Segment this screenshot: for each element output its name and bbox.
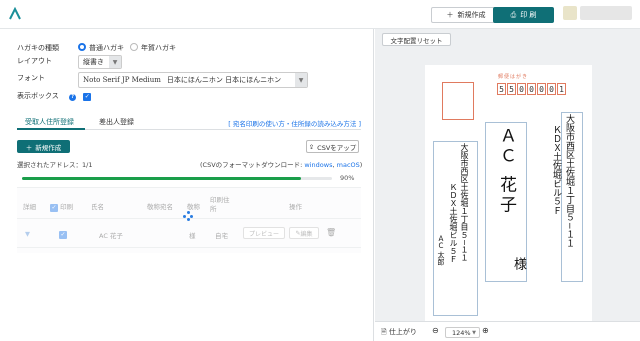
tab-indicator	[17, 128, 85, 130]
preview-button[interactable]: プレビュー	[243, 227, 285, 239]
help-link[interactable]: [ 宛名印刷の使い方・住所録の読み込み方法 ]	[228, 118, 361, 128]
selected-count: 選択されたアドレス：1/1	[17, 161, 93, 169]
postal-digit: 5	[507, 83, 516, 95]
preview-panel: 文字配置リセット 郵便はがき 5500001 大阪市西区土佐堀１丁目５−１１ Ｋ…	[375, 29, 640, 341]
csv-windows-link[interactable]: windows	[304, 161, 332, 169]
select-all-checkbox[interactable]: ✓	[50, 204, 58, 212]
progress-fill	[22, 177, 301, 180]
sender-name: ＡＣ 太郎	[437, 235, 445, 266]
recipient-building: ＫＤＸ土佐堀ビル５Ｆ	[551, 125, 561, 215]
sender-building: ＫＤＸ土佐堀ビル５Ｆ	[449, 183, 458, 263]
stamp-box	[442, 82, 474, 120]
loading-spinner-icon	[183, 211, 193, 221]
finish-toggle[interactable]: 🗎 仕上がり	[381, 327, 417, 339]
postal-digit: 0	[547, 83, 556, 95]
radio-on-icon	[78, 43, 86, 51]
radio-nenga[interactable]: 年賀ハガキ	[130, 43, 176, 53]
trash-icon[interactable]: 🗑	[326, 228, 336, 237]
account-menu[interactable]	[580, 6, 632, 20]
postcard-preview: 郵便はがき 5500001 大阪市西区土佐堀１丁目５−１１ ＫＤＸ土佐堀ビル５Ｆ…	[425, 65, 592, 338]
tab-bar: 受取人住所登録 差出人登録 [ 宛名印刷の使い方・住所録の読み込み方法 ]	[17, 115, 361, 130]
postal-digit: 5	[497, 83, 506, 95]
document-icon: 🗎	[381, 328, 387, 336]
layout-select[interactable]: 縦書き ▼	[78, 55, 122, 69]
display-box-checkbox[interactable]: ✓	[83, 93, 92, 101]
sender-address: 大阪市西区土佐堀１丁目５−１１	[460, 143, 469, 262]
progress-bar	[22, 177, 332, 180]
progress-percent: 90%	[340, 174, 355, 182]
col-honorific: 敬称	[187, 203, 200, 211]
new-document-button[interactable]: ＋ 新規作成	[431, 7, 501, 23]
csv-mac-link[interactable]: macOS	[337, 161, 360, 169]
display-box-label: 表示ボックス ? ✓	[17, 92, 92, 101]
account-avatar[interactable]	[563, 6, 577, 20]
chevron-down-icon: ▼	[472, 329, 476, 336]
col-print: ✓ 印刷	[50, 203, 74, 212]
plus-icon: ＋	[446, 11, 454, 19]
settings-panel: ハガキの種類 普通ハガキ 年賀ハガキ レイアウト 縦書き ▼ フォント Noto…	[0, 29, 374, 341]
printer-icon: ⎙	[510, 10, 517, 19]
zoom-out-icon[interactable]: ⊖	[432, 326, 439, 335]
layout-label: レイアウト	[17, 57, 52, 65]
row-name: AC 花子	[99, 232, 123, 240]
row-address-type: 自宅	[215, 232, 228, 240]
zoom-select[interactable]: 124% ▼	[445, 327, 480, 338]
recipient-honorific: 様	[511, 257, 526, 270]
recipient-name: ＡＣ 花子	[496, 127, 516, 216]
radio-off-icon	[130, 43, 138, 51]
col-honorific-name: 敬称宛名	[147, 203, 173, 211]
zoom-in-icon[interactable]: ⊕	[482, 326, 489, 335]
expand-icon[interactable]: ▼	[25, 230, 30, 238]
radio-normal[interactable]: 普通ハガキ	[78, 43, 124, 53]
font-label: フォント	[17, 74, 45, 82]
col-name: 氏名	[91, 203, 104, 211]
hagaki-type-label: ハガキの種類	[17, 44, 59, 52]
top-bar: ＋ 新規作成 ⎙ 印 刷	[0, 0, 640, 29]
edit-button[interactable]: ✎ 編集	[289, 227, 319, 239]
chevron-down-icon: ▼	[295, 73, 307, 87]
upload-icon: ⇪	[308, 142, 315, 151]
col-address: 印刷住所	[210, 196, 230, 213]
tab-recipient[interactable]: 受取人住所登録	[25, 117, 74, 127]
create-address-button[interactable]: ＋ 新規作成	[17, 140, 70, 153]
tab-sender[interactable]: 差出人登録	[99, 117, 134, 127]
postal-digit: 0	[527, 83, 536, 95]
col-detail: 詳細	[23, 203, 36, 211]
preview-toolbar: 🗎 仕上がり ⊖ 124% ▼ ⊕	[375, 321, 640, 341]
logo-icon[interactable]	[8, 7, 22, 21]
row-honorific: 様	[189, 232, 196, 240]
print-button[interactable]: ⎙ 印 刷	[493, 7, 554, 23]
help-icon[interactable]: ?	[69, 94, 77, 101]
postal-digit: 0	[517, 83, 526, 95]
font-select[interactable]: Noto Serif JP Medium 日本にほんニホン 日本にほんニホン ▼	[78, 72, 308, 88]
reset-layout-button[interactable]: 文字配置リセット	[382, 33, 451, 46]
postal-code-top: 5500001	[497, 83, 566, 95]
postal-digit: 1	[557, 83, 566, 95]
col-actions: 操作	[289, 203, 302, 211]
chevron-down-icon: ▼	[109, 56, 121, 68]
csv-upload-button[interactable]: ⇪ CSVをアップ	[306, 140, 359, 153]
csv-format-download: (CSVのフォーマットダウンロード: windows, macOS)	[200, 161, 363, 169]
plus-icon: ＋	[25, 143, 33, 152]
stamp-text: 郵便はがき	[498, 74, 529, 80]
recipient-address: 大阪市西区土佐堀１丁目５−１１	[564, 114, 574, 248]
postal-digit: 0	[537, 83, 546, 95]
row-checkbox[interactable]: ✓	[59, 230, 67, 239]
